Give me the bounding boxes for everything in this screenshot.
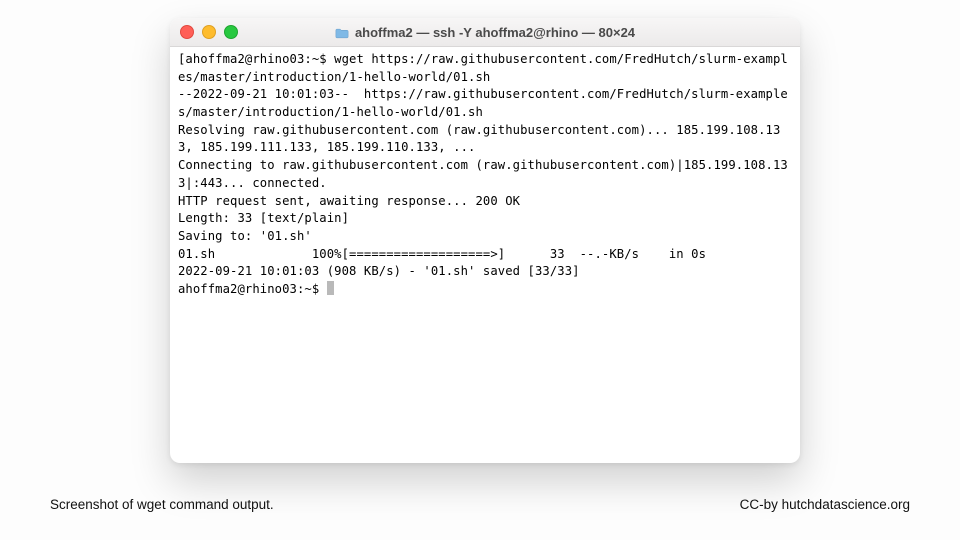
window-title-text: ahoffma2 — ssh -Y ahoffma2@rhino — 80×24 [355, 25, 635, 40]
terminal-window: ahoffma2 — ssh -Y ahoffma2@rhino — 80×24… [170, 18, 800, 463]
terminal-line: Length: 33 [text/plain] [178, 210, 792, 228]
terminal-body[interactable]: [ahoffma2@rhino03:~$ wget https://raw.gi… [170, 47, 800, 463]
terminal-line: [ahoffma2@rhino03:~$ wget https://raw.gi… [178, 51, 792, 86]
terminal-line: --2022-09-21 10:01:03-- https://raw.gith… [178, 86, 792, 121]
terminal-line: HTTP request sent, awaiting response... … [178, 193, 792, 211]
terminal-line: Resolving raw.githubusercontent.com (raw… [178, 122, 792, 157]
traffic-lights [180, 25, 238, 39]
window-title: ahoffma2 — ssh -Y ahoffma2@rhino — 80×24 [170, 25, 800, 40]
caption-right: CC-by hutchdatascience.org [740, 497, 910, 512]
window-titlebar: ahoffma2 — ssh -Y ahoffma2@rhino — 80×24 [170, 18, 800, 47]
minimize-icon[interactable] [202, 25, 216, 39]
close-icon[interactable] [180, 25, 194, 39]
terminal-line: Connecting to raw.githubusercontent.com … [178, 157, 792, 192]
terminal-line: Saving to: '01.sh' [178, 228, 792, 246]
terminal-line: 2022-09-21 10:01:03 (908 KB/s) - '01.sh'… [178, 263, 792, 281]
zoom-icon[interactable] [224, 25, 238, 39]
caption-left: Screenshot of wget command output. [50, 497, 274, 512]
folder-icon [335, 27, 349, 38]
cursor-icon [327, 281, 334, 295]
terminal-prompt: ahoffma2@rhino03:~$ [178, 282, 327, 296]
terminal-line: 01.sh 100%[===================>] 33 --.-… [178, 246, 792, 264]
